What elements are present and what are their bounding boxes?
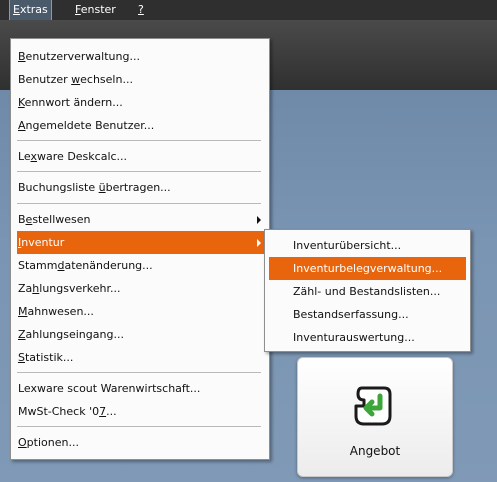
submenu-item-bestandserfassung[interactable]: Bestandserfassung... [269, 303, 466, 326]
item-label-suffix: atenänderung... [64, 259, 153, 272]
menu-help[interactable]: ? [135, 0, 147, 20]
menu-separator [17, 372, 261, 373]
item-label-suffix: stellwesen [32, 213, 91, 226]
item-accelerator: O [18, 436, 27, 449]
item-accelerator: M [18, 305, 28, 318]
inventur-submenu: Inventurübersicht... Inventurbelegverwal… [264, 229, 471, 352]
item-label-suffix: ware Deskcalc... [37, 150, 128, 163]
menu-item-zahlungsverkehr[interactable]: Zahlungsverkehr... [11, 277, 269, 300]
menu-separator [17, 203, 261, 204]
item-label-prefix: Stamm [18, 259, 58, 272]
item-label-suffix: ennwort ändern... [24, 96, 123, 109]
item-label-suffix: bertragen... [105, 181, 171, 194]
menu-separator [17, 426, 261, 427]
menu-separator [17, 140, 261, 141]
item-label-prefix: Lexware scout Warenwirtschaft... [18, 382, 201, 395]
item-label-suffix: rfassung... [350, 308, 409, 321]
item-label-prefix: Zähl- und Bestands [293, 285, 400, 298]
item-label-suffix: ngemeldete Benutzer... [25, 119, 155, 132]
item-label-suffix: enutzerverwaltung... [25, 50, 140, 63]
menu-fenster[interactable]: Fenster [72, 0, 119, 20]
menu-bar: Extras Fenster ? [0, 0, 497, 21]
item-label-prefix: Inventur [293, 239, 340, 252]
menu-item-benutzerverwaltung[interactable]: Benutzerverwaltung... [11, 45, 269, 68]
item-label-prefix: Inventur [293, 331, 340, 344]
item-label-suffix: ... [106, 405, 117, 418]
item-accelerator: ü [98, 181, 106, 194]
item-accelerator: S [18, 351, 25, 364]
submenu-item-zaehllisten[interactable]: Zähl- und Bestandslisten... [269, 280, 466, 303]
item-accelerator: A [18, 119, 26, 132]
submenu-arrow-icon [257, 239, 261, 247]
application-window: Extras Fenster ? Angebot Benutzerverwalt… [0, 0, 497, 482]
item-label-prefix: MwSt-Check '0 [18, 405, 100, 418]
menu-item-benutzer-wechseln[interactable]: Benutzer wechseln... [11, 68, 269, 91]
menu-item-deskcalc[interactable]: Lexware Deskcalc... [11, 145, 269, 168]
menu-item-zahlungseingang[interactable]: Zahlungseingang... [11, 323, 269, 346]
menu-item-inventur[interactable]: Inventur [17, 231, 269, 254]
document-arrow-icon [354, 386, 392, 426]
menu-item-bestellwesen[interactable]: Bestellwesen [11, 208, 269, 231]
item-accelerator: Z [18, 328, 26, 341]
angebot-label: Angebot [349, 444, 401, 458]
item-accelerator: K [18, 96, 25, 109]
item-label-prefix: Za [18, 282, 33, 295]
item-label-prefix: Bestands [293, 308, 344, 321]
angebot-tile[interactable]: Angebot [297, 357, 453, 477]
menu-item-statistik[interactable]: Statistik... [11, 346, 269, 369]
menu-item-buchungsliste[interactable]: Buchungsliste übertragen... [11, 176, 269, 199]
menu-item-lexware-scout[interactable]: Lexware scout Warenwirtschaft... [11, 377, 269, 400]
item-label-suffix: lungsverkehr... [39, 282, 121, 295]
item-accelerator: w [71, 73, 81, 86]
menu-extras[interactable]: Extras [9, 0, 52, 21]
item-label-suffix: isten... [403, 285, 441, 298]
item-label-prefix: B [18, 213, 26, 226]
extras-dropdown-menu: Benutzerverwaltung... Benutzer wechseln.… [10, 38, 270, 460]
menu-item-optionen[interactable]: Optionen... [11, 431, 269, 454]
menu-label-suffix: xtras [19, 3, 48, 16]
submenu-arrow-icon [257, 216, 261, 224]
menu-separator [17, 171, 261, 172]
item-label-suffix: echseln... [80, 73, 133, 86]
menu-accelerator: ? [138, 3, 144, 16]
menu-item-mahnwesen[interactable]: Mahnwesen... [11, 300, 269, 323]
item-label-suffix: nventur [21, 236, 65, 249]
menu-item-angemeldete-benutzer[interactable]: Angemeldete Benutzer... [11, 114, 269, 137]
menu-item-kennwort-aendern[interactable]: Kennwort ändern... [11, 91, 269, 114]
menu-label-suffix: enster [80, 3, 116, 16]
item-label-prefix: Benutzer [18, 73, 72, 86]
item-accelerator: B [18, 50, 26, 63]
submenu-item-inventurbelegverwaltung[interactable]: Inventurbelegverwaltung... [269, 257, 466, 280]
item-label-suffix: ahlungseingang... [25, 328, 124, 341]
item-label-suffix: ptionen... [26, 436, 79, 449]
menu-accelerator: E [13, 3, 20, 16]
item-label-suffix: uswertung... [346, 331, 415, 344]
menu-item-stammdatenaenderung[interactable]: Stammdatenänderung... [11, 254, 269, 277]
submenu-item-inventuruebersicht[interactable]: Inventurübersicht... [269, 234, 466, 257]
menu-item-mwst-check[interactable]: MwSt-Check '07... [11, 400, 269, 423]
submenu-item-inventurauswertung[interactable]: Inventurauswertung... [269, 326, 466, 349]
item-label-suffix: bersicht... [346, 239, 402, 252]
item-label-prefix: Le [18, 150, 31, 163]
item-label-suffix: tatistik... [24, 351, 74, 364]
item-accelerator: e [343, 308, 351, 321]
item-label-suffix: nventurbelegverwaltung... [296, 262, 443, 275]
item-label-suffix: ahnwesen... [27, 305, 94, 318]
item-label-prefix: Buchungsliste [18, 181, 99, 194]
